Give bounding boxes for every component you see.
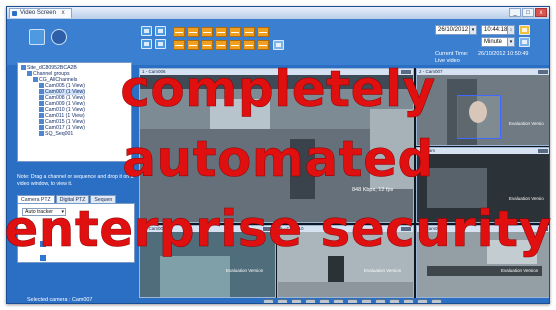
layout-2x2-button[interactable]: [187, 27, 199, 37]
promo-text-line-2: automated: [122, 130, 434, 188]
evaluation-overlay: Evaluation Version: [364, 268, 402, 273]
play-button[interactable]: [319, 299, 330, 303]
layout-tall-button[interactable]: [229, 40, 241, 50]
rewind-button[interactable]: [291, 299, 302, 303]
minimize-button[interactable]: _: [509, 8, 521, 17]
playback-controls: [263, 299, 442, 303]
layout-2p8-button[interactable]: [187, 40, 199, 50]
current-time-label: Current Time:: [435, 51, 469, 57]
toolbar-button-1[interactable]: [141, 26, 152, 36]
time-spinner-icon[interactable]: ↕: [507, 26, 514, 34]
go-button[interactable]: [519, 25, 530, 35]
record-button[interactable]: [389, 299, 400, 303]
maximize-button[interactable]: □: [522, 8, 534, 17]
layout-4x4-button[interactable]: [215, 27, 227, 37]
close-button[interactable]: x: [535, 8, 547, 17]
live-view-button[interactable]: [29, 29, 45, 45]
evaluation-overlay: Evaluation Versio: [509, 121, 544, 126]
pane-scene: [278, 282, 413, 297]
camera-icon: [39, 125, 44, 131]
current-time-value: 26/10/2012 10:50:49: [478, 51, 529, 57]
fullscreen-button[interactable]: [273, 40, 284, 50]
window-title: Video Screen: [20, 10, 56, 16]
promo-text-line-1: completely: [120, 60, 436, 118]
layout-3x3-button[interactable]: [201, 27, 213, 37]
layout-3p4-button[interactable]: [201, 40, 213, 50]
toolbar-button-4[interactable]: [155, 39, 166, 49]
pane-scene: [160, 256, 230, 297]
tab-close-icon[interactable]: x: [62, 10, 65, 16]
evaluation-overlay: Evaluation Version: [226, 268, 264, 273]
window-controls: _ □ x: [509, 8, 547, 17]
calendar-icon[interactable]: ▾: [469, 26, 476, 34]
date-value: 26/10/2012: [438, 27, 469, 33]
time-value: 10:44:18: [484, 27, 508, 33]
snapshot-button[interactable]: [403, 299, 414, 303]
layout-mixed-button[interactable]: [257, 40, 269, 50]
layout-wide-button[interactable]: [215, 40, 227, 50]
camera-settings-button[interactable]: [51, 29, 67, 45]
interval-select[interactable]: Minute ▾: [481, 37, 515, 47]
toolbar-button-2[interactable]: [155, 26, 166, 36]
layout-1p12-button[interactable]: [173, 40, 185, 50]
promo-text-line-3: enterprise security: [4, 200, 552, 258]
settings-button[interactable]: [431, 299, 442, 303]
camera-icon: [39, 119, 44, 125]
date-field[interactable]: 26/10/2012 ▾: [435, 25, 477, 35]
layout-5x5-button[interactable]: [229, 27, 241, 37]
step-back-button[interactable]: [305, 299, 316, 303]
layout-1p5-button[interactable]: [243, 27, 255, 37]
fast-forward-button[interactable]: [375, 299, 386, 303]
window-tab[interactable]: Video Screen x: [9, 8, 72, 18]
time-field[interactable]: 10:44:18 ↕: [481, 25, 515, 35]
app-icon: [12, 11, 17, 16]
zoom-out-button[interactable]: [277, 299, 288, 303]
evaluation-overlay: Evaluation Version: [501, 268, 539, 273]
layout-1x1-button[interactable]: [173, 27, 185, 37]
toolbar-button-3[interactable]: [141, 39, 152, 49]
pause-button[interactable]: [333, 299, 344, 303]
export-button[interactable]: [417, 299, 428, 303]
interval-value: Minute: [484, 39, 503, 45]
selected-camera-status: Selected camera : Cam007: [27, 297, 93, 303]
layout-1p7-button[interactable]: [257, 27, 269, 37]
toolbar-area: 26/10/2012 ▾ 10:44:18 ↕ Minute ▾ Current…: [7, 19, 549, 65]
zoom-in-button[interactable]: [263, 299, 274, 303]
step-forward-button[interactable]: [361, 299, 372, 303]
play-button[interactable]: [519, 37, 530, 47]
layout-custom-button[interactable]: [243, 40, 255, 50]
title-bar: Video Screen x _ □ x: [7, 7, 549, 19]
chevron-down-icon[interactable]: ▾: [507, 38, 514, 46]
stop-button[interactable]: [347, 299, 358, 303]
